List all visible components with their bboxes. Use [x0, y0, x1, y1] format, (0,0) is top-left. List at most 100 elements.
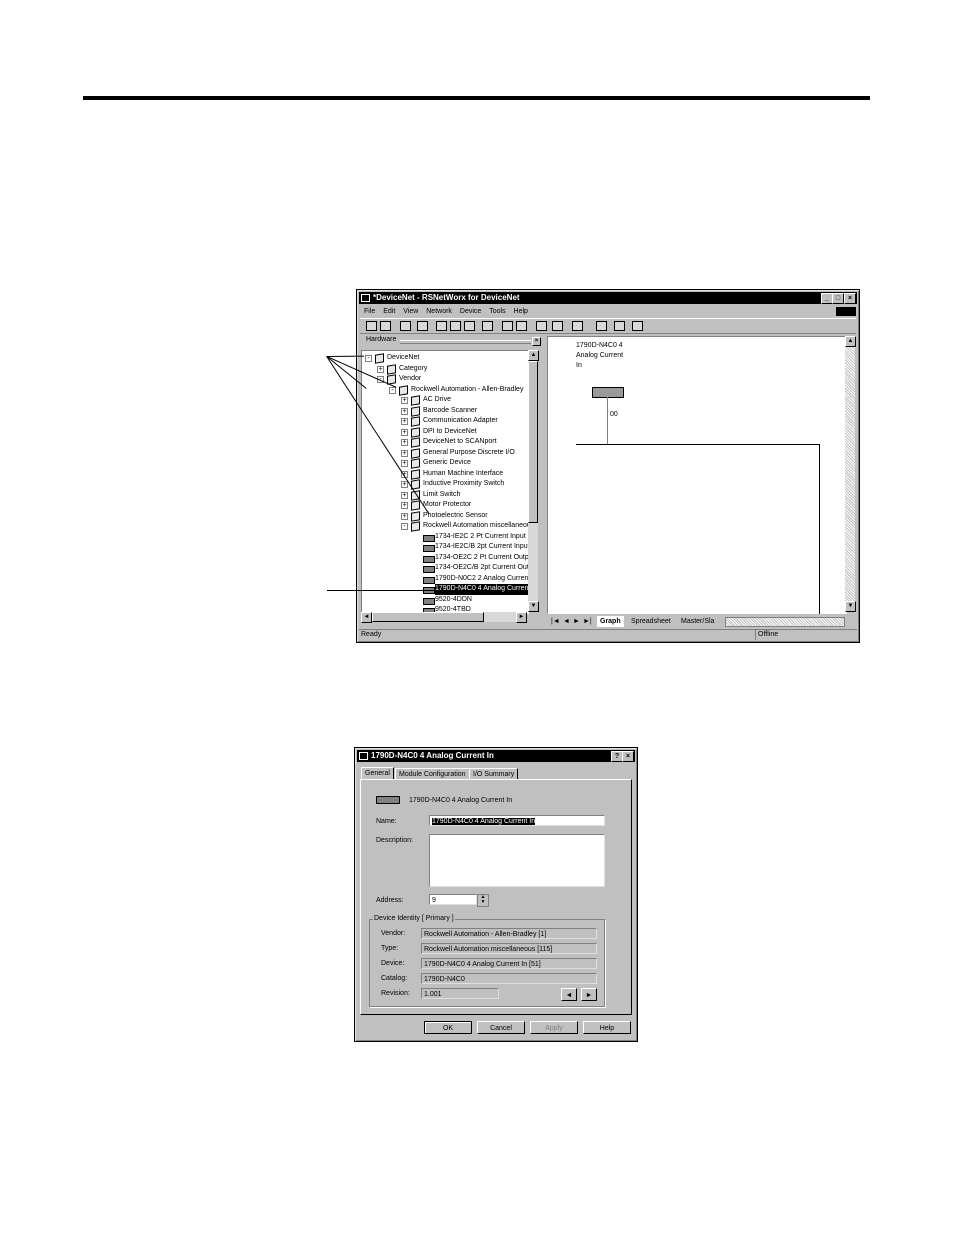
tree-item[interactable]: 1734-OE2C 2 Pt Current Output [362, 553, 528, 563]
tree-item[interactable]: + AC Drive [362, 395, 528, 406]
tab-master-slave[interactable]: Master/Sla [681, 616, 721, 627]
device-properties-dialog: 1790D-N4C0 4 Analog Current In ? × Gener… [354, 747, 638, 1042]
hscroll-thumb[interactable] [372, 612, 484, 622]
expand-icon[interactable]: + [401, 502, 408, 509]
name-field[interactable]: 1790D-N4C0 4 Analog Current In [429, 815, 605, 826]
tree-item-label: 1734-IE2C 2 Pt Current Input [435, 532, 526, 540]
maximize-button[interactable]: □ [832, 293, 844, 304]
properties-icon[interactable] [614, 321, 625, 331]
collapse-icon[interactable]: - [365, 355, 372, 362]
expand-icon[interactable]: + [401, 512, 408, 520]
tree-item[interactable]: + Inductive Proximity Switch [362, 479, 528, 490]
expand-icon[interactable]: + [401, 491, 408, 499]
tab-next-icon[interactable]: ► [573, 616, 580, 627]
expand-icon[interactable]: + [377, 365, 384, 373]
graph-vertical-scrollbar[interactable]: ▲ ▼ [845, 336, 856, 612]
dialog-close-button[interactable]: × [622, 751, 634, 762]
browse-icon[interactable] [552, 321, 563, 331]
copy-icon[interactable] [450, 321, 461, 331]
tree-item[interactable]: + DeviceNet to SCANport [362, 437, 528, 448]
tree-item[interactable]: + Barcode Scanner [362, 405, 528, 417]
tree-item[interactable]: 1734-IE2C 2 Pt Current Input [362, 532, 528, 542]
tab-prev-icon[interactable]: ◄ [563, 616, 570, 627]
zoom-out-icon[interactable] [516, 321, 527, 331]
menu-edit[interactable]: Edit [383, 308, 395, 315]
scroll-down-icon[interactable]: ▼ [528, 601, 539, 612]
scroll-right-icon[interactable]: ► [516, 612, 527, 623]
name-label: Name: [376, 818, 397, 825]
expand-icon[interactable]: + [401, 449, 408, 457]
folder-cube-icon [411, 510, 420, 522]
tree-item-label: Motor Protector [423, 501, 472, 508]
tree-item[interactable]: + Photoelectric Sensor [362, 510, 528, 522]
zoom-in-icon[interactable] [502, 321, 513, 331]
online-icon[interactable] [536, 321, 547, 331]
download-icon[interactable] [572, 321, 583, 331]
tab-first-icon[interactable]: |◄ [551, 616, 560, 627]
scroll-left-icon[interactable]: ◄ [361, 612, 372, 623]
close-button[interactable]: × [844, 293, 856, 304]
graph-view[interactable]: 1790D-N4C0 4 Analog Current In 00 [547, 336, 847, 614]
paste-icon[interactable] [464, 321, 475, 331]
new-icon[interactable] [366, 321, 377, 331]
tree-vertical-scrollbar[interactable]: ▲ ▼ [528, 350, 539, 612]
menu-view[interactable]: View [403, 308, 418, 315]
tree-item[interactable]: + Category [362, 363, 528, 375]
collapse-icon[interactable]: - [401, 523, 408, 530]
tree-horizontal-scrollbar[interactable]: ◄ ► [361, 612, 527, 623]
description-field[interactable] [429, 834, 605, 887]
tab-last-icon[interactable]: ►| [583, 616, 592, 627]
help-button[interactable]: Help [583, 1021, 631, 1034]
tree-item[interactable]: + Motor Protector [362, 500, 528, 511]
scroll-up-icon[interactable]: ▲ [528, 350, 539, 361]
tree-item[interactable]: - Rockwell Automation miscellaneous [362, 521, 528, 532]
expand-icon[interactable]: + [401, 439, 408, 446]
tab-graph[interactable]: Graph [597, 616, 624, 627]
tree-item[interactable]: 9520-4DDN [362, 595, 528, 605]
upload-download-icon[interactable] [632, 321, 643, 331]
whats-this-icon[interactable] [482, 321, 493, 331]
graph-scroll-up-icon[interactable]: ▲ [845, 336, 856, 347]
menu-file[interactable]: File [364, 308, 375, 315]
expand-icon[interactable]: + [401, 460, 408, 467]
next-identity-icon[interactable]: ► [581, 988, 597, 1001]
tree-item[interactable]: - DeviceNet [362, 353, 528, 364]
tree-item[interactable]: + Communication Adapter [362, 416, 528, 427]
panel-close-button[interactable]: × [532, 337, 541, 346]
expand-icon[interactable]: + [401, 428, 408, 436]
expand-icon[interactable]: + [401, 407, 408, 415]
tree-item[interactable]: + DPI to DeviceNet [362, 426, 528, 438]
ok-button[interactable]: OK [424, 1021, 472, 1034]
tab-hscroll[interactable] [725, 617, 845, 627]
print-icon[interactable] [417, 321, 428, 331]
previous-identity-icon[interactable]: ◄ [561, 988, 577, 1001]
menu-tools[interactable]: Tools [489, 308, 505, 315]
menu-device[interactable]: Device [460, 308, 481, 315]
address-field[interactable]: 9 [429, 894, 477, 905]
tree-item[interactable]: 1790D-N0C2 2 Analog Current Out [362, 574, 528, 584]
tree-item[interactable]: + Generic Device [362, 458, 528, 469]
network-icon[interactable] [596, 321, 607, 331]
tree-item[interactable]: - Rockwell Automation - Allen-Bradley [362, 384, 528, 396]
tree-item[interactable]: + Limit Switch [362, 489, 528, 501]
mdi-controls-icon[interactable] [836, 307, 856, 316]
cancel-button[interactable]: Cancel [477, 1021, 525, 1034]
apply-button[interactable]: Apply [530, 1021, 578, 1034]
graph-scroll-down-icon[interactable]: ▼ [845, 601, 856, 612]
tree-item[interactable]: 1790D-N4C0 4 Analog Current In [362, 584, 528, 595]
menu-help[interactable]: Help [514, 308, 528, 315]
expand-icon[interactable]: + [401, 397, 408, 404]
scroll-thumb[interactable] [528, 361, 538, 523]
open-icon[interactable] [380, 321, 391, 331]
folder-cube-icon [375, 353, 384, 364]
tab-spreadsheet[interactable]: Spreadsheet [631, 616, 671, 627]
save-icon[interactable] [400, 321, 411, 331]
tree-item[interactable]: 1734-OE2C/B 2pt Current Output [362, 563, 528, 573]
cut-icon[interactable] [436, 321, 447, 331]
device-node-icon[interactable] [592, 387, 624, 398]
expand-icon[interactable]: + [401, 418, 408, 425]
menu-network[interactable]: Network [426, 308, 452, 315]
tree-item[interactable]: 1734-IE2C/B 2pt Current Input [362, 542, 528, 552]
tree-item[interactable]: + Human Machine Interface [362, 468, 528, 480]
address-spinner[interactable]: ▲ ▼ [477, 894, 489, 907]
